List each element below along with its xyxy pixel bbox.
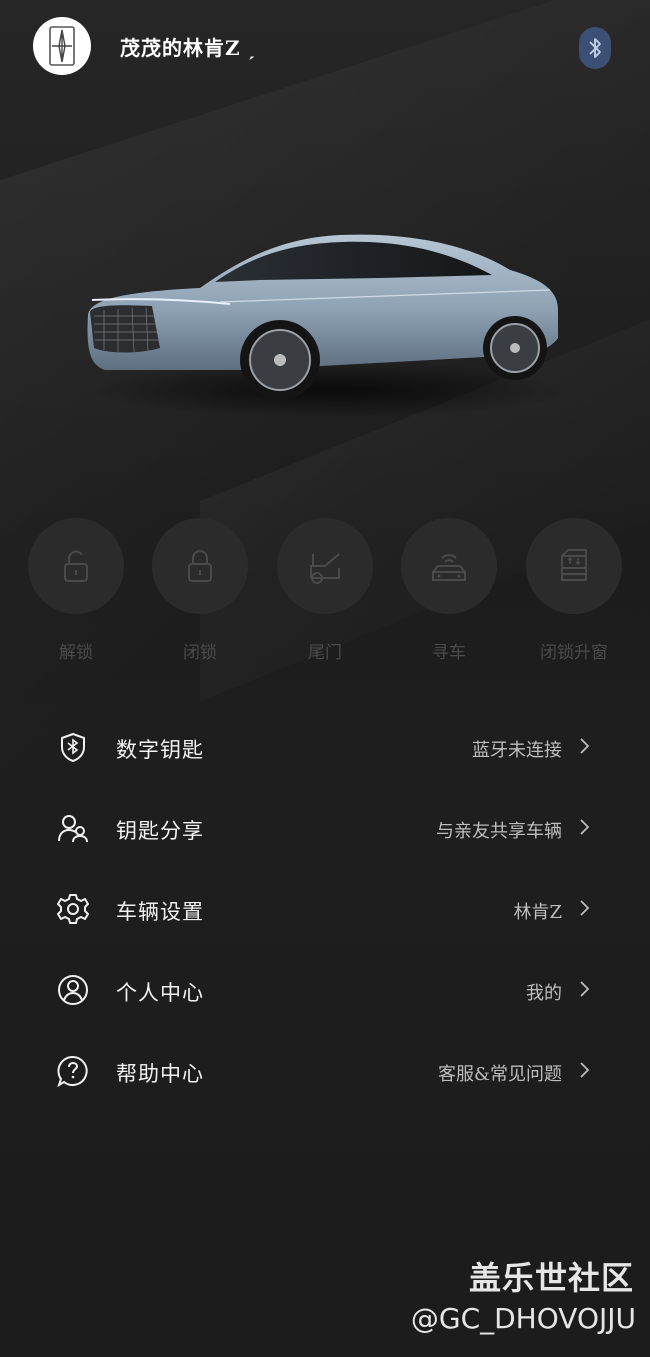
menu-label: 帮助中心	[116, 1062, 204, 1086]
tailgate-icon	[310, 553, 340, 584]
menu-value: 蓝牙未连接	[472, 740, 562, 761]
action-circle[interactable]	[526, 518, 622, 614]
rear-wheel	[483, 316, 547, 380]
watermark-handle: @GC_DHOVOJJU	[410, 1302, 636, 1335]
menu-label: 个人中心	[116, 981, 204, 1005]
menu-item-vehicle-settings[interactable]: 车辆设置 林肯Z	[0, 878, 650, 938]
header: 茂茂的林肯Z ˏ	[0, 0, 650, 100]
chevron-right-icon	[580, 981, 590, 997]
menu-value: 与亲友共享车辆	[436, 821, 562, 842]
vehicle-title: 茂茂的林肯Z ˏ	[120, 36, 257, 60]
menu-item-digital-key[interactable]: 数字钥匙 蓝牙未连接	[0, 716, 650, 776]
bluetooth-button[interactable]	[579, 27, 611, 69]
lock-raise-window-button[interactable]: 闭锁升窗	[526, 518, 622, 663]
menu-label: 钥匙分享	[116, 819, 204, 843]
chevron-right-icon	[580, 738, 590, 754]
menu-value: 我的	[526, 983, 562, 1004]
tailgate-button[interactable]: 尾门	[277, 518, 373, 663]
action-circle[interactable]	[277, 518, 373, 614]
menu-item-help-center[interactable]: 帮助中心 客服&常见问题	[0, 1040, 650, 1100]
lincoln-star-logo	[49, 26, 75, 66]
quick-actions: 解锁 闭锁 尾门 寻车 闭锁升窗	[0, 518, 650, 668]
bluetooth-icon	[589, 38, 601, 58]
car-image	[87, 234, 570, 418]
menu-value: 客服&常见问题	[437, 1064, 562, 1085]
action-circle[interactable]	[28, 518, 124, 614]
find-car-icon	[432, 554, 466, 581]
help-bubble-icon	[57, 1055, 88, 1088]
brand-logo[interactable]	[33, 17, 91, 75]
unlock-button[interactable]: 解锁	[28, 518, 124, 663]
chevron-right-icon	[580, 900, 590, 916]
action-label: 解锁	[59, 643, 93, 663]
action-label: 尾门	[308, 643, 342, 663]
share-users-icon	[58, 815, 88, 843]
bluetooth-shield-icon	[61, 732, 85, 763]
menu-value: 林肯Z	[513, 902, 562, 923]
unlock-icon	[64, 550, 88, 582]
front-wheel	[240, 320, 320, 400]
action-label: 闭锁升窗	[540, 643, 608, 663]
action-label: 寻车	[432, 643, 466, 663]
menu-item-personal-center[interactable]: 个人中心 我的	[0, 959, 650, 1019]
menu-label: 数字钥匙	[116, 738, 204, 762]
action-circle[interactable]	[401, 518, 497, 614]
chevron-right-icon	[580, 1062, 590, 1078]
action-circle[interactable]	[152, 518, 248, 614]
lock-button[interactable]: 闭锁	[152, 518, 248, 663]
menu-label: 车辆设置	[116, 900, 204, 924]
gear-icon	[57, 894, 89, 924]
chevron-right-icon	[580, 819, 590, 835]
user-circle-icon	[58, 975, 88, 1005]
action-label: 闭锁	[183, 643, 217, 663]
find-car-button[interactable]: 寻车	[401, 518, 497, 663]
lock-icon	[188, 550, 212, 582]
lock-raise-window-icon	[561, 549, 587, 581]
watermark-community: 盖乐世社区	[468, 1259, 634, 1297]
app-screen: 茂茂的林肯Z ˏ 解锁 闭锁 尾门 寻车 闭锁升窗 数字钥匙 蓝牙未连接 钥匙分…	[0, 0, 650, 1357]
menu-item-key-sharing[interactable]: 钥匙分享 与亲友共享车辆	[0, 797, 650, 857]
